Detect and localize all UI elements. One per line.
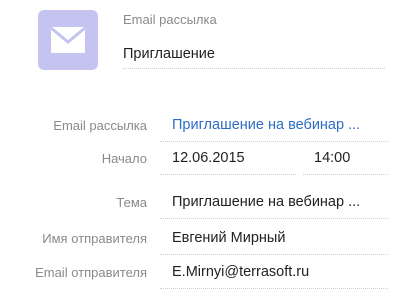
mailing-field[interactable]: Приглашение на вебинар ... bbox=[160, 110, 388, 142]
sender-name-row: Имя отправителя Евгений Мирный bbox=[0, 223, 400, 255]
subject-row: Тема Приглашение на вебинар ... bbox=[0, 187, 400, 219]
record-avatar[interactable] bbox=[38, 10, 98, 70]
sender-name-value: Евгений Мирный bbox=[172, 230, 286, 246]
subject-field[interactable]: Приглашение на вебинар ... bbox=[160, 187, 388, 219]
mailing-row: Email рассылка Приглашение на вебинар ..… bbox=[0, 110, 400, 142]
subject-value: Приглашение на вебинар ... bbox=[172, 194, 361, 210]
start-label: Начало bbox=[101, 151, 147, 166]
record-header: Email рассылка Приглашение bbox=[0, 0, 400, 95]
start-time-field[interactable]: 14:00 bbox=[303, 143, 388, 175]
header-value-field[interactable]: Приглашение bbox=[123, 39, 385, 69]
sender-email-label: Email отправителя bbox=[35, 265, 147, 280]
header-value: Приглашение bbox=[123, 46, 215, 62]
sender-name-field[interactable]: Евгений Мирный bbox=[160, 223, 388, 255]
mailing-label: Email рассылка bbox=[53, 118, 147, 133]
start-date-field[interactable]: 12.06.2015 bbox=[160, 143, 296, 175]
start-time: 14:00 bbox=[314, 150, 351, 166]
envelope-icon bbox=[50, 26, 86, 53]
sender-email-value: E.Mirnyi@terrasoft.ru bbox=[172, 264, 310, 280]
mailing-link[interactable]: Приглашение на вебинар ... bbox=[172, 117, 360, 133]
sender-email-field[interactable]: E.Mirnyi@terrasoft.ru bbox=[160, 257, 388, 289]
sender-email-row: Email отправителя E.Mirnyi@terrasoft.ru bbox=[0, 257, 400, 289]
sender-name-label: Имя отправителя bbox=[42, 231, 147, 246]
start-row: Начало 12.06.2015 14:00 bbox=[0, 143, 400, 175]
start-date: 12.06.2015 bbox=[172, 150, 245, 166]
header-label: Email рассылка bbox=[123, 12, 217, 27]
subject-label: Тема bbox=[116, 195, 147, 210]
